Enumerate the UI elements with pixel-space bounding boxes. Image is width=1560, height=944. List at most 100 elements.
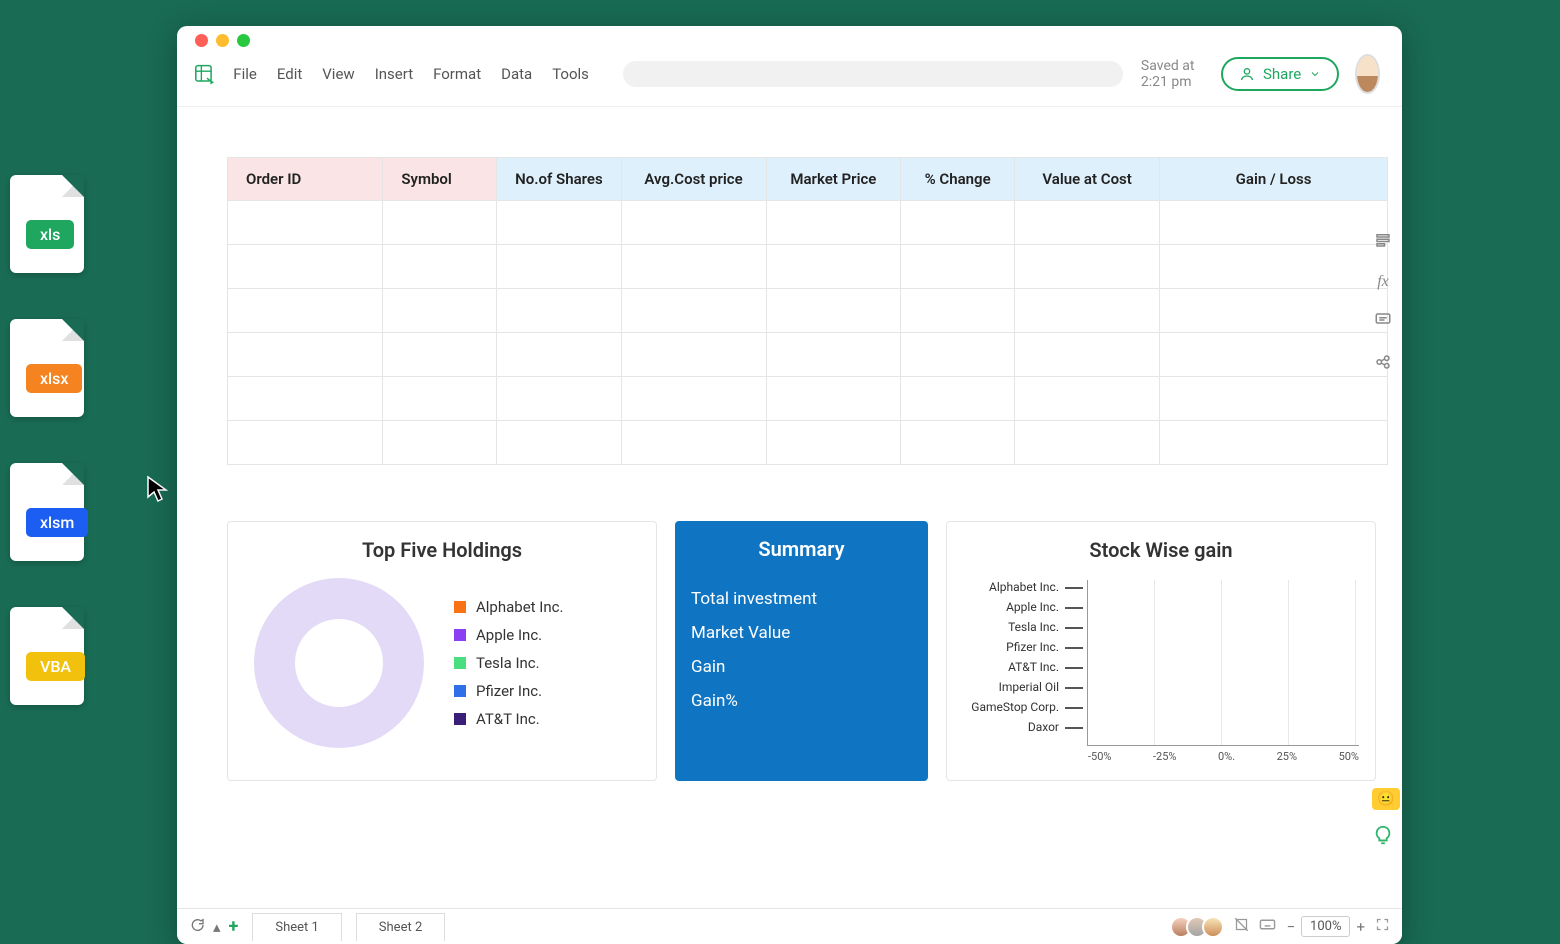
col-pct-change[interactable]: % Change xyxy=(901,158,1015,201)
app-window: File Edit View Insert Format Data Tools … xyxy=(177,26,1402,944)
window-titlebar xyxy=(177,26,1402,42)
bulb-icon[interactable] xyxy=(1372,824,1400,852)
summary-item: Gain% xyxy=(691,691,912,711)
gain-title: Stock Wise gain xyxy=(963,538,1359,562)
menu-tools[interactable]: Tools xyxy=(552,65,589,83)
donut-chart xyxy=(254,578,424,748)
legend-item: Pfizer Inc. xyxy=(454,682,563,700)
menubar: File Edit View Insert Format Data Tools … xyxy=(177,42,1402,107)
gain-card: Stock Wise gain Alphabet Inc. Apple Inc.… xyxy=(946,521,1376,781)
chat-icon[interactable] xyxy=(189,917,205,937)
legend-item: Alphabet Inc. xyxy=(454,598,563,616)
fullscreen-icon[interactable] xyxy=(1375,917,1390,936)
col-market-price[interactable]: Market Price xyxy=(766,158,901,201)
summary-card: Summary Total investment Market Value Ga… xyxy=(675,521,928,781)
emoji-icon[interactable]: 😐 xyxy=(1372,788,1400,810)
legend-item: Tesla Inc. xyxy=(454,654,563,672)
legend-label: Alphabet Inc. xyxy=(476,598,563,616)
col-avg-cost[interactable]: Avg.Cost price xyxy=(621,158,766,201)
gain-ylabel: Alphabet Inc. xyxy=(963,580,1083,594)
share-label: Share xyxy=(1263,65,1301,83)
legend-label: Apple Inc. xyxy=(476,626,542,644)
gain-ylabel: Apple Inc. xyxy=(963,600,1083,614)
legend-swatch xyxy=(454,601,466,613)
menu-edit[interactable]: Edit xyxy=(277,65,302,83)
right-rail: fx xyxy=(1364,231,1402,375)
col-shares[interactable]: No.of Shares xyxy=(497,158,621,201)
summary-item: Gain xyxy=(691,657,912,677)
keyboard-icon[interactable] xyxy=(1259,918,1276,935)
properties-icon[interactable] xyxy=(1374,231,1392,253)
chevron-down-icon xyxy=(1309,68,1321,80)
fx-icon[interactable]: fx xyxy=(1377,273,1389,291)
gain-ylabel: Daxor xyxy=(963,720,1083,734)
legend-swatch xyxy=(454,713,466,725)
zoom-in-button[interactable]: + xyxy=(1356,918,1365,936)
spreadsheet-table[interactable]: Order ID Symbol No.of Shares Avg.Cost pr… xyxy=(227,157,1388,465)
table-row[interactable] xyxy=(228,245,1388,289)
table-row[interactable] xyxy=(228,289,1388,333)
col-gain-loss[interactable]: Gain / Loss xyxy=(1160,158,1388,201)
table-row[interactable] xyxy=(228,421,1388,465)
gain-xtick: -25% xyxy=(1153,750,1176,763)
cursor-icon xyxy=(146,475,170,510)
legend-label: Pfizer Inc. xyxy=(476,682,542,700)
file-icon-xls: xls xyxy=(10,175,84,273)
legend-label: Tesla Inc. xyxy=(476,654,540,672)
zoom-level[interactable]: 100% xyxy=(1301,916,1350,937)
file-label-xlsm: xlsm xyxy=(26,508,88,537)
app-logo-icon xyxy=(193,60,215,88)
gain-ylabel: Pfizer Inc. xyxy=(963,640,1083,654)
summary-item: Total investment xyxy=(691,589,912,609)
menu-view[interactable]: View xyxy=(322,65,354,83)
gain-chart-grid: -50% -25% 0%. 25% 50% xyxy=(1087,580,1359,746)
collaborator-avatar[interactable] xyxy=(1202,916,1224,938)
legend-label: AT&T Inc. xyxy=(476,710,540,728)
file-label-vba: VBA xyxy=(26,652,85,681)
holdings-title: Top Five Holdings xyxy=(244,538,640,562)
comment-icon[interactable] xyxy=(1374,311,1392,333)
add-sheet-button[interactable]: + xyxy=(229,916,239,937)
menu-insert[interactable]: Insert xyxy=(375,65,413,83)
gain-xtick: 0%. xyxy=(1218,750,1235,763)
gain-ylabel: Tesla Inc. xyxy=(963,620,1083,634)
table-row[interactable] xyxy=(228,201,1388,245)
summary-item: Market Value xyxy=(691,623,912,643)
share-person-icon xyxy=(1239,66,1255,82)
table-row[interactable] xyxy=(228,333,1388,377)
collaborator-avatars[interactable] xyxy=(1176,916,1224,938)
search-input[interactable] xyxy=(623,61,1123,87)
gain-ylabel: Imperial Oil xyxy=(963,680,1083,694)
share-link-icon[interactable] xyxy=(1374,353,1392,375)
col-value-cost[interactable]: Value at Cost xyxy=(1015,158,1160,201)
col-order-id[interactable]: Order ID xyxy=(228,158,383,201)
table-row[interactable] xyxy=(228,377,1388,421)
gain-xtick: 50% xyxy=(1339,750,1359,763)
gain-xtick: 25% xyxy=(1277,750,1297,763)
holdings-legend: Alphabet Inc. Apple Inc. Tesla Inc. Pfiz… xyxy=(454,598,563,728)
right-rail-bottom: 😐 xyxy=(1372,788,1400,852)
col-symbol[interactable]: Symbol xyxy=(383,158,497,201)
gain-xtick: -50% xyxy=(1088,750,1111,763)
gain-ylabel: GameStop Corp. xyxy=(963,700,1083,714)
menu-format[interactable]: Format xyxy=(433,65,481,83)
file-icon-xlsm: xlsm xyxy=(10,463,84,561)
file-icon-vba: VBA xyxy=(10,607,84,705)
sheet-tab-2[interactable]: Sheet 2 xyxy=(356,913,445,941)
saved-status: Saved at 2:21 pm xyxy=(1141,58,1203,90)
sheet-tab-1[interactable]: Sheet 1 xyxy=(252,913,341,941)
user-avatar[interactable] xyxy=(1357,56,1378,92)
zoom-out-button[interactable]: − xyxy=(1286,918,1295,936)
legend-swatch xyxy=(454,657,466,669)
holdings-card: Top Five Holdings Alphabet Inc. Apple In… xyxy=(227,521,657,781)
gain-x-axis: -50% -25% 0%. 25% 50% xyxy=(1088,750,1359,763)
legend-swatch xyxy=(454,629,466,641)
legend-swatch xyxy=(454,685,466,697)
gain-ylabel: AT&T Inc. xyxy=(963,660,1083,674)
focus-icon[interactable] xyxy=(1234,917,1249,936)
share-button[interactable]: Share xyxy=(1221,57,1339,91)
menu-file[interactable]: File xyxy=(233,65,257,83)
caret-up-icon[interactable]: ▴ xyxy=(213,918,221,936)
file-label-xlsx: xlsx xyxy=(26,364,82,393)
menu-data[interactable]: Data xyxy=(501,65,532,83)
